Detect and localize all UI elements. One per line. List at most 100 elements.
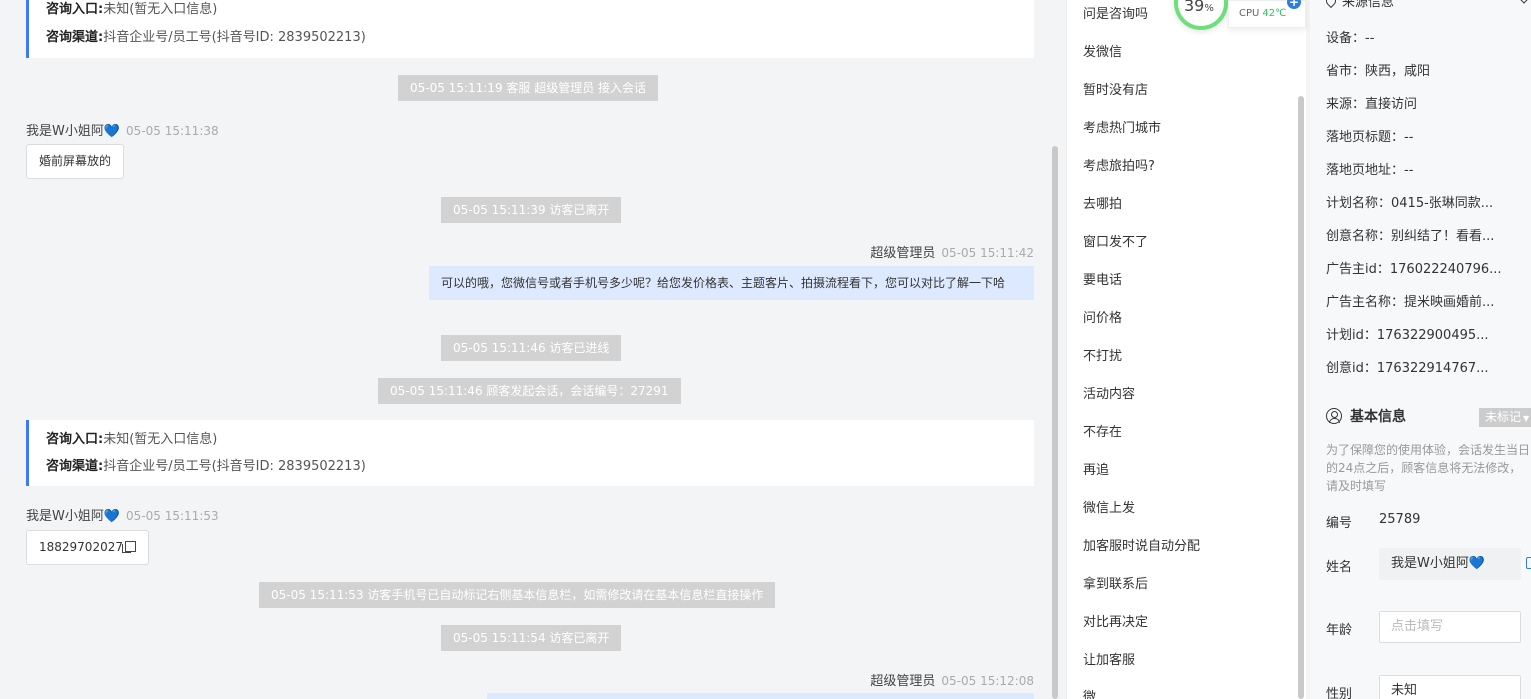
visitor-sender-line: 我是W小姐阿💙 05-05 15:11:38 — [26, 120, 219, 139]
cpu-label: CPU 42℃ — [1239, 8, 1286, 19]
location-icon — [1323, 0, 1339, 9]
agent-message-bubble[interactable] — [487, 693, 1034, 699]
source-label: 落地页地址： — [1326, 163, 1405, 178]
cpu-label-text: CPU — [1239, 8, 1260, 19]
source-value: -- — [1404, 163, 1414, 178]
agent-message-bubble[interactable]: 可以的哦，您微信号或者手机号多少呢？给您发价格表、主题客片、拍摄流程看下，您可以… — [429, 266, 1034, 300]
user-circle-icon — [1326, 408, 1342, 424]
quick-reply-item[interactable]: 问价格 — [1083, 307, 1122, 326]
consult-channel-label: 咨询渠道: — [46, 30, 104, 45]
copy-icon[interactable] — [121, 541, 136, 553]
source-value: -- — [1365, 31, 1375, 46]
quick-reply-item[interactable]: 再追 — [1083, 459, 1109, 478]
consult-entry-label: 咨询入口: — [46, 432, 104, 447]
cpu-monitor-widget[interactable]: 39% CPU 42℃ + — [1172, 0, 1308, 30]
consult-entry-row: 咨询入口:未知(暂无入口信息) — [46, 426, 1034, 453]
quick-reply-item[interactable]: 对比再决定 — [1083, 611, 1148, 630]
source-label: 计划名称： — [1326, 196, 1392, 211]
chat-panel: 咨询入口:未知(暂无入口信息) 咨询渠道:抖音企业号/员工号(抖音号ID: 28… — [0, 0, 1058, 699]
source-label: 来源： — [1326, 97, 1366, 112]
source-label: 计划id： — [1326, 328, 1377, 343]
quick-reply-item[interactable]: 发微信 — [1083, 41, 1122, 60]
quick-reply-scrollbar[interactable] — [1298, 96, 1304, 699]
source-label: 省市： — [1326, 64, 1366, 79]
source-row-advertiser-name: 广告主名称：提米映画婚前... — [1326, 291, 1494, 310]
source-info-title: 来源信息 — [1323, 0, 1395, 10]
quick-reply-item[interactable]: 窗口发不了 — [1083, 231, 1148, 250]
source-value: 176322900495... — [1376, 328, 1489, 343]
cpu-percent-unit: % — [1204, 3, 1214, 14]
mark-status-dropdown[interactable]: 未标记 ▼ — [1479, 408, 1531, 427]
gender-label: 性别 — [1326, 687, 1353, 699]
quick-reply-item[interactable]: 不存在 — [1083, 421, 1122, 440]
quick-reply-item[interactable]: 加客服时说自动分配 — [1083, 535, 1200, 554]
system-message: 05-05 15:11:19 客服 超级管理员 接入会话 — [398, 75, 659, 101]
quick-reply-item[interactable]: 考虑热门城市 — [1083, 117, 1161, 136]
consult-channel-row: 咨询渠道:抖音企业号/员工号(抖音号ID: 2839502213) — [46, 453, 1034, 480]
name-field[interactable]: 我是W小姐阿💙 — [1379, 548, 1521, 580]
quick-reply-item[interactable]: 拿到联系后 — [1083, 573, 1148, 592]
chat-scrollbar[interactable] — [1052, 146, 1058, 699]
consult-entry-label: 咨询入口: — [46, 2, 104, 17]
consult-channel-value: 抖音企业号/员工号(抖音号ID: 2839502213) — [103, 30, 366, 45]
quick-reply-item[interactable]: 暂时没有店 — [1083, 79, 1148, 98]
quick-reply-list: 问是咨询吗 发微信 暂时没有店 考虑热门城市 考虑旅拍吗? 去哪拍 窗口发不了 … — [1066, 0, 1306, 699]
system-message: 05-05 15:11:46 顾客发起会话，会话编号：27291 — [378, 378, 681, 404]
source-value: 176322914767... — [1376, 361, 1489, 376]
visitor-sender-line: 我是W小姐阿💙 05-05 15:11:53 — [26, 505, 219, 524]
source-value: -- — [1404, 130, 1414, 145]
consult-channel-row: 咨询渠道:抖音企业号/员工号(抖音号ID: 2839502213) — [46, 24, 1034, 51]
consult-info-card: 咨询入口:未知(暂无入口信息) 咨询渠道:抖音企业号/员工号(抖音号ID: 28… — [26, 0, 1034, 58]
message-time: 05-05 15:11:53 — [126, 509, 219, 523]
quick-reply-item[interactable]: 微 — [1083, 686, 1096, 699]
source-label: 创意名称： — [1326, 229, 1392, 244]
gender-field[interactable]: 未知 — [1379, 675, 1521, 699]
customer-info-panel: 来源信息 设备：-- 省市：陕西，咸阳 来源：直接访问 落地页标题：-- 落地页… — [1310, 0, 1531, 699]
cpu-info-box: CPU 42℃ + — [1228, 0, 1306, 28]
source-row-device: 设备：-- — [1326, 27, 1374, 46]
system-message: 05-05 15:11:53 访客手机号已自动标记右侧基本信息栏，如需修改请在基… — [259, 582, 776, 608]
quick-reply-item[interactable]: 微信上发 — [1083, 497, 1135, 516]
mark-status-label: 未标记 — [1485, 410, 1522, 424]
quick-reply-item[interactable]: 问是咨询吗 — [1083, 3, 1148, 22]
copy-icon[interactable] — [1526, 557, 1531, 569]
quick-reply-item[interactable]: 不打扰 — [1083, 345, 1122, 364]
visitor-message-bubble[interactable]: 婚前屏幕放的 — [26, 144, 125, 179]
system-message: 05-05 15:11:39 访客已离开 — [441, 197, 622, 223]
quick-reply-item[interactable]: 去哪拍 — [1083, 193, 1122, 212]
consult-entry-value: 未知(暂无入口信息) — [103, 432, 218, 447]
quick-reply-item[interactable]: 活动内容 — [1083, 383, 1135, 402]
source-info-title-text: 来源信息 — [1342, 0, 1395, 10]
agent-sender-line: 超级管理员 05-05 15:12:08 — [870, 670, 1034, 689]
source-label: 广告主id： — [1326, 262, 1390, 277]
agent-sender-line: 超级管理员 05-05 15:11:42 — [870, 242, 1034, 261]
cpu-temp: 42℃ — [1262, 8, 1287, 19]
name-label: 姓名 — [1326, 560, 1353, 575]
message-time: 05-05 15:12:08 — [941, 674, 1034, 688]
consult-entry-value: 未知(暂无入口信息) — [103, 2, 218, 17]
source-value: 别纠结了！看看... — [1391, 229, 1495, 244]
age-field[interactable]: 点击填写 — [1379, 611, 1521, 643]
source-label: 设备： — [1326, 31, 1366, 46]
cpu-percent-value: 39 — [1184, 0, 1205, 15]
system-message: 05-05 15:11:54 访客已离开 — [441, 625, 622, 651]
source-row-landing-url: 落地页地址：-- — [1326, 159, 1413, 178]
source-value: 176022240796... — [1389, 262, 1502, 277]
chevron-down-icon[interactable] — [1518, 0, 1530, 4]
quick-reply-item[interactable]: 考虑旅拍吗? — [1083, 155, 1155, 174]
message-time: 05-05 15:11:38 — [126, 124, 219, 138]
heart-icon: 💙 — [103, 124, 121, 139]
visitor-message-bubble[interactable]: 18829702027 — [26, 530, 149, 565]
age-label: 年龄 — [1326, 623, 1353, 638]
source-value: 直接访问 — [1365, 97, 1418, 112]
source-value: 0415-张琳同款... — [1391, 196, 1494, 211]
source-value: 陕西，咸阳 — [1365, 64, 1431, 79]
plus-icon[interactable]: + — [1287, 0, 1301, 9]
visitor-name: 我是W小姐阿 — [26, 124, 104, 139]
source-row-region: 省市：陕西，咸阳 — [1326, 60, 1430, 79]
quick-reply-item[interactable]: 要电话 — [1083, 269, 1122, 288]
source-row-plan-id: 计划id：176322900495... — [1326, 324, 1489, 343]
source-row-landing-title: 落地页标题：-- — [1326, 126, 1413, 145]
source-row-plan-name: 计划名称：0415-张琳同款... — [1326, 192, 1493, 211]
quick-reply-item[interactable]: 让加客服 — [1083, 649, 1135, 668]
